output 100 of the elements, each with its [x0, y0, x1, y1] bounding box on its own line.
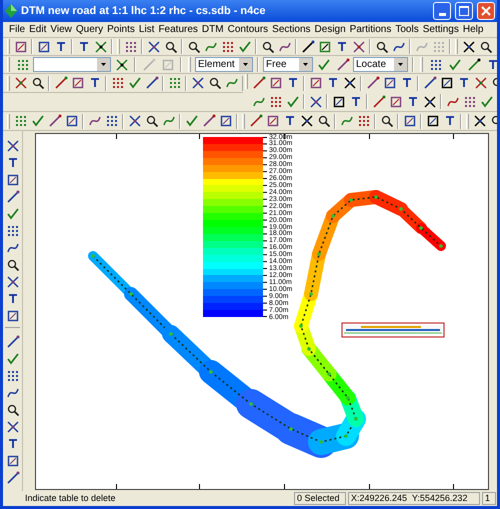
cross-tool-icon: [474, 76, 488, 90]
line-tool-icon: [142, 58, 156, 72]
cross-tool-icon: [6, 138, 20, 152]
square-icon: [160, 58, 174, 72]
line-tool-icon: [252, 76, 266, 90]
square-icon: [6, 454, 20, 468]
dots-grid-icon: [6, 368, 20, 382]
menu-item[interactable]: List: [138, 22, 154, 37]
square-icon: [266, 114, 280, 128]
cross-tool-icon: [6, 420, 20, 434]
maximize-button[interactable]: [455, 2, 473, 20]
cross-tool-icon: [14, 76, 28, 90]
square-icon: [268, 76, 282, 90]
dots-grid-icon: [462, 94, 476, 109]
check-icon: [286, 94, 300, 109]
cross-tool-icon: [422, 94, 436, 109]
line-tool-icon: [466, 58, 480, 72]
dropdown-field[interactable]: [33, 57, 111, 72]
maximize-icon: [459, 6, 469, 16]
menu-item[interactable]: Query: [76, 22, 104, 37]
square-icon: [70, 76, 84, 90]
menu-item[interactable]: Tools: [395, 22, 419, 37]
check-icon: [30, 114, 44, 128]
cross-tool-icon: [128, 114, 142, 128]
dots-grid-icon: [428, 58, 442, 72]
menu-item[interactable]: Partitions: [350, 22, 392, 37]
line-tool-icon: [248, 114, 262, 128]
square-icon: [388, 94, 402, 109]
curve-icon: [224, 76, 238, 90]
menu-item[interactable]: File: [9, 22, 26, 37]
page-number: 1: [482, 492, 496, 505]
square-icon: [426, 114, 440, 128]
cross-tool-icon: [300, 114, 314, 128]
line-tool-icon: [54, 76, 68, 90]
line-tool-icon: [144, 76, 158, 90]
check-icon: [6, 206, 20, 220]
app-logo-icon: [5, 4, 17, 18]
dots-grid-icon: [432, 40, 446, 54]
menu-item[interactable]: Edit: [29, 22, 46, 37]
check-icon: [480, 94, 494, 109]
line-tool-icon: [6, 470, 20, 484]
cross-tool-icon: [190, 76, 204, 90]
line-tool-icon: [48, 114, 62, 128]
line-tool-icon: [372, 94, 386, 109]
dots-grid-icon: [14, 114, 28, 128]
dots-grid-icon: [220, 40, 234, 54]
cross-tool-icon: [472, 114, 486, 128]
dropdown-field[interactable]: Element: [195, 57, 253, 72]
close-icon: [481, 6, 491, 16]
square-icon: [402, 114, 416, 128]
line-tool-icon: [422, 76, 436, 90]
menu-item[interactable]: Features: [158, 22, 198, 37]
dots-grid-icon: [268, 94, 282, 109]
line-tool-icon: [300, 40, 314, 54]
dots-grid-icon: [16, 58, 30, 72]
menu-item[interactable]: Points: [107, 22, 135, 37]
square-icon: [308, 76, 322, 90]
dots-grid-icon: [168, 76, 182, 90]
menu-item[interactable]: Help: [462, 22, 484, 37]
cross-tool-icon: [308, 94, 322, 109]
dots-grid-icon: [110, 76, 124, 90]
line-tool-icon: [6, 334, 20, 348]
check-icon: [6, 352, 20, 366]
curve-icon: [340, 114, 354, 128]
check-icon: [316, 58, 330, 72]
cross-tool-icon: [6, 274, 20, 288]
cross-tool-icon: [146, 40, 160, 54]
dropdown-field[interactable]: Locate: [353, 57, 408, 72]
coordinates-readout: X:249226.245 Y:554256.232: [348, 492, 480, 505]
line-tool-icon: [6, 190, 20, 204]
minimize-button[interactable]: [433, 2, 451, 20]
menu-item[interactable]: Sections: [272, 22, 311, 37]
square-icon: [6, 308, 20, 322]
menu-item[interactable]: Contours: [228, 22, 268, 37]
dots-grid-icon: [124, 40, 138, 54]
menu-item[interactable]: View: [50, 22, 72, 37]
menu-item[interactable]: DTM: [202, 22, 224, 37]
menu-item[interactable]: Design: [314, 22, 346, 37]
dots-grid-icon: [6, 224, 20, 238]
line-tool-icon: [336, 58, 350, 72]
square-icon: [6, 172, 20, 186]
square-icon: [318, 40, 332, 54]
check-icon: [238, 40, 252, 54]
line-tool-icon: [202, 114, 216, 128]
dots-grid-icon: [104, 114, 118, 128]
dropdown-field[interactable]: Free: [263, 57, 313, 72]
square-icon: [218, 114, 232, 128]
curve-icon: [162, 114, 176, 128]
dots-grid-icon: [356, 114, 370, 128]
window-title: DTM new road at 1:1 lhc 1:2 rhc - cs.sdb - n4ce: [21, 4, 267, 19]
close-button[interactable]: [477, 2, 495, 20]
menu-item[interactable]: Settings: [422, 22, 459, 37]
cross-tool-icon: [342, 76, 356, 90]
square-icon: [440, 76, 454, 90]
square-icon: [382, 76, 396, 90]
check-icon: [448, 58, 462, 72]
square-icon: [36, 40, 50, 54]
selection-count: 0 Selected: [294, 492, 346, 505]
minimize-icon: [438, 13, 446, 16]
line-tool-icon: [366, 76, 380, 90]
